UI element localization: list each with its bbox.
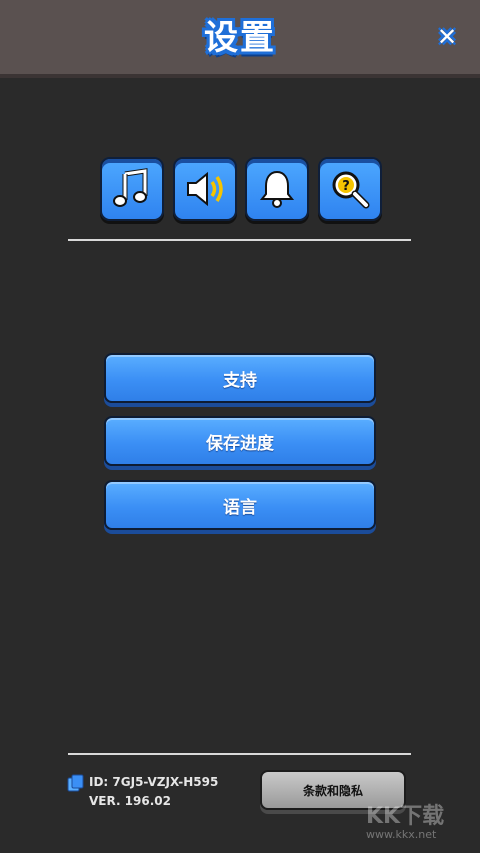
save-progress-button[interactable]: 保存进度 [104,416,376,466]
bell-icon [260,170,295,208]
page-title: 设置 [204,18,276,58]
sound-toggle-button[interactable] [172,157,237,221]
notification-toggle-button[interactable] [245,157,310,221]
magnifier-question-icon: ? [332,171,370,209]
music-note-icon [113,168,148,207]
music-toggle-button[interactable] [100,157,164,221]
divider-top [68,239,411,241]
audio-toggle-row: ? [100,157,382,221]
player-id: ID: 7GJ5-VZJX-H595 [89,775,219,789]
help-search-button[interactable]: ? [317,157,382,221]
watermark-url: www.kkx.net [366,828,437,841]
speaker-icon [186,171,223,207]
close-icon: ✕ [436,23,458,51]
close-button[interactable]: ✕ [432,22,462,52]
version-label: VER. 196.02 [89,794,171,808]
watermark-text: KK下载 [366,804,445,829]
copy-icon[interactable] [67,774,85,792]
language-button[interactable]: 语言 [104,480,376,530]
svg-text:?: ? [342,179,350,194]
support-button[interactable]: 支持 [104,353,376,403]
watermark: KK下载 www.kkx.net [366,806,478,852]
header-bar: 设置 ✕ [0,0,480,78]
divider-bottom [68,753,411,755]
